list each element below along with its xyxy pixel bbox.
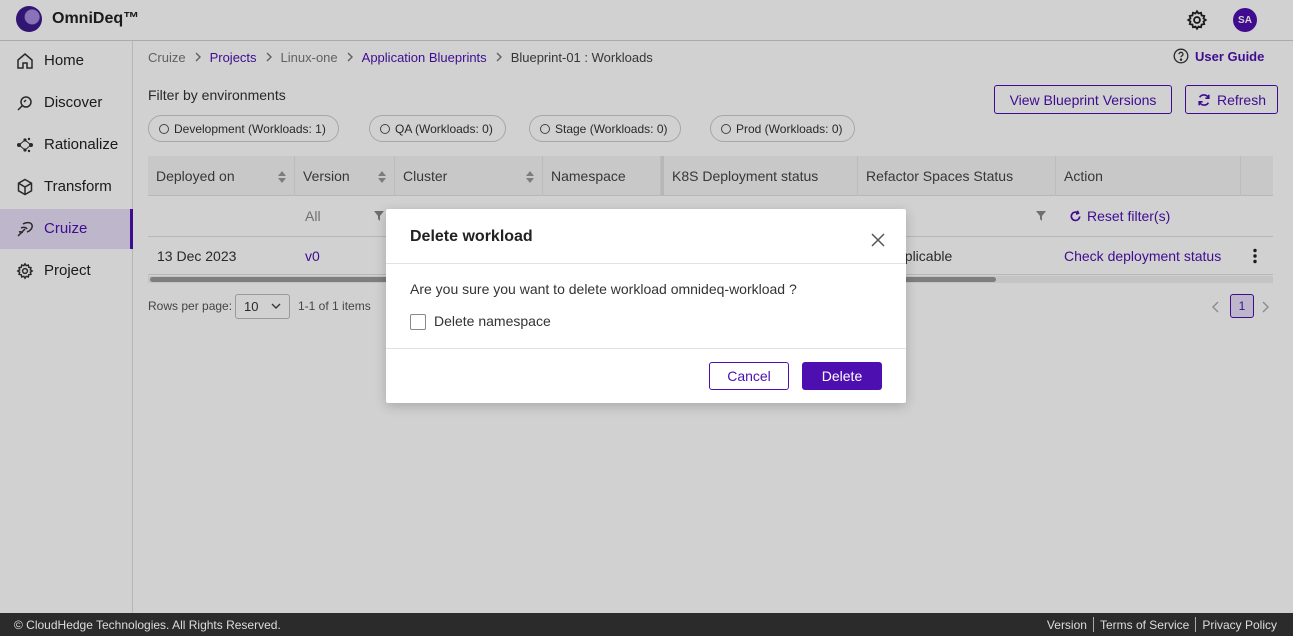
- dialog-message: Are you sure you want to delete workload…: [410, 281, 797, 297]
- dialog-divider: [386, 348, 906, 349]
- footer-divider: [1092, 617, 1094, 632]
- dialog-divider: [386, 263, 906, 264]
- delete-namespace-label[interactable]: Delete namespace: [434, 313, 551, 329]
- delete-namespace-checkbox[interactable]: [410, 314, 426, 330]
- delete-workload-dialog: Delete workload Are you sure you want to…: [386, 209, 906, 403]
- cancel-button[interactable]: Cancel: [709, 362, 789, 390]
- footer-divider: [1195, 617, 1197, 632]
- footer-link-version[interactable]: Version: [1047, 618, 1087, 632]
- footer-links: Version Terms of Service Privacy Policy: [1047, 617, 1277, 632]
- footer: © CloudHedge Technologies. All Rights Re…: [0, 613, 1293, 636]
- footer-link-privacy[interactable]: Privacy Policy: [1202, 618, 1277, 632]
- delete-button[interactable]: Delete: [802, 362, 882, 390]
- copyright-text: © CloudHedge Technologies. All Rights Re…: [14, 618, 281, 632]
- footer-link-terms[interactable]: Terms of Service: [1100, 618, 1189, 632]
- close-icon[interactable]: [870, 232, 886, 248]
- dialog-title: Delete workload: [410, 228, 533, 245]
